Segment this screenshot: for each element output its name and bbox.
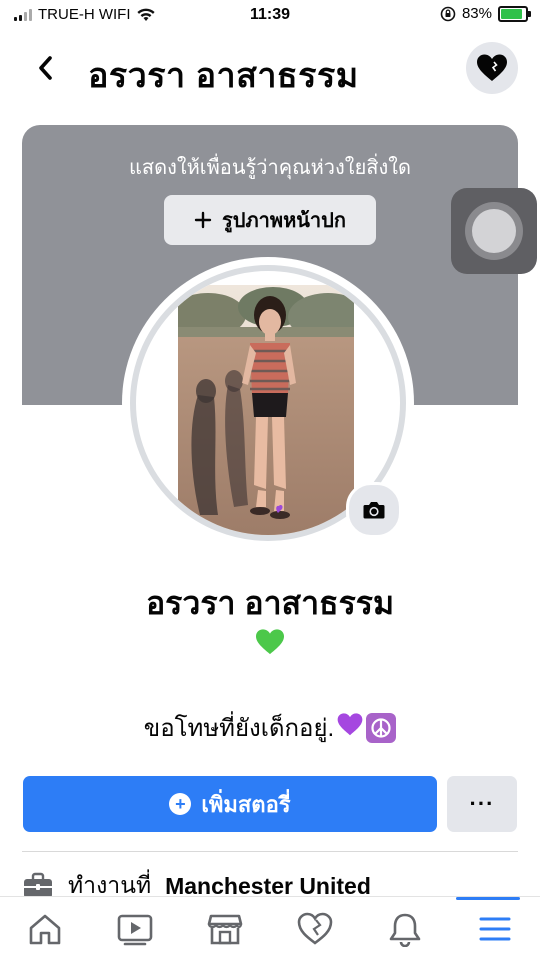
- bell-icon: [389, 913, 421, 947]
- plus-icon: [194, 211, 212, 229]
- header-title: อรวรา อาสาธรรม: [88, 57, 359, 95]
- dating-heart-icon: [297, 912, 333, 945]
- home-icon: [29, 914, 61, 945]
- add-story-button[interactable]: + เพิ่มสตอรี่: [23, 776, 437, 832]
- nav-home[interactable]: [23, 909, 67, 949]
- add-story-label: เพิ่มสตอรี่: [201, 791, 291, 817]
- active-tab-indicator: [456, 897, 520, 900]
- nav-dating[interactable]: [293, 909, 337, 949]
- marketplace-icon: [207, 914, 243, 945]
- profile-bio: ขอโทษที่ยังเด็กอยู่.: [0, 708, 540, 747]
- chevron-left-icon: [39, 56, 52, 80]
- heart-icon: [477, 54, 507, 81]
- more-options-button[interactable]: ···: [447, 776, 517, 832]
- profile-name: อรวรา อาสาธรรม: [145, 585, 395, 621]
- battery-percent: 83%: [461, 5, 492, 22]
- purple-heart-emoji: [336, 712, 364, 744]
- bottom-nav: [0, 896, 540, 961]
- orientation-lock-icon: [440, 6, 456, 21]
- nav-watch[interactable]: [113, 909, 157, 949]
- status-bar: TRUE-H WIFI 11:39 83%: [0, 0, 540, 30]
- add-cover-photo-label: รูปภาพหน้าปก: [222, 210, 346, 232]
- bio-text: ขอโทษที่ยังเด็กอยู่.: [143, 715, 335, 742]
- peace-symbol-emoji: [366, 712, 397, 743]
- change-profile-photo-button[interactable]: [346, 482, 402, 538]
- more-options-label: ···: [469, 791, 495, 816]
- heart-button[interactable]: [466, 42, 518, 94]
- profile-photo: [178, 285, 354, 535]
- nav-marketplace[interactable]: [203, 909, 247, 949]
- cover-prompt: แสดงให้เพื่อนรู้ว่าคุณห่วงใยสิ่งใด: [128, 157, 412, 179]
- green-heart-emoji: [0, 628, 540, 661]
- menu-icon: [479, 917, 511, 941]
- back-button[interactable]: [30, 48, 70, 88]
- plus-circle-icon: +: [169, 793, 192, 815]
- assistive-touch-button[interactable]: [451, 188, 537, 274]
- video-icon: [117, 914, 153, 946]
- nav-notifications[interactable]: [383, 909, 427, 949]
- camera-icon: [363, 502, 385, 519]
- nav-menu[interactable]: [473, 909, 517, 949]
- battery-icon: [498, 5, 531, 22]
- profile-header: อรวรา อาสาธรรม: [0, 38, 540, 104]
- divider: [22, 851, 518, 852]
- add-cover-photo-button[interactable]: รูปภาพหน้าปก: [164, 195, 376, 245]
